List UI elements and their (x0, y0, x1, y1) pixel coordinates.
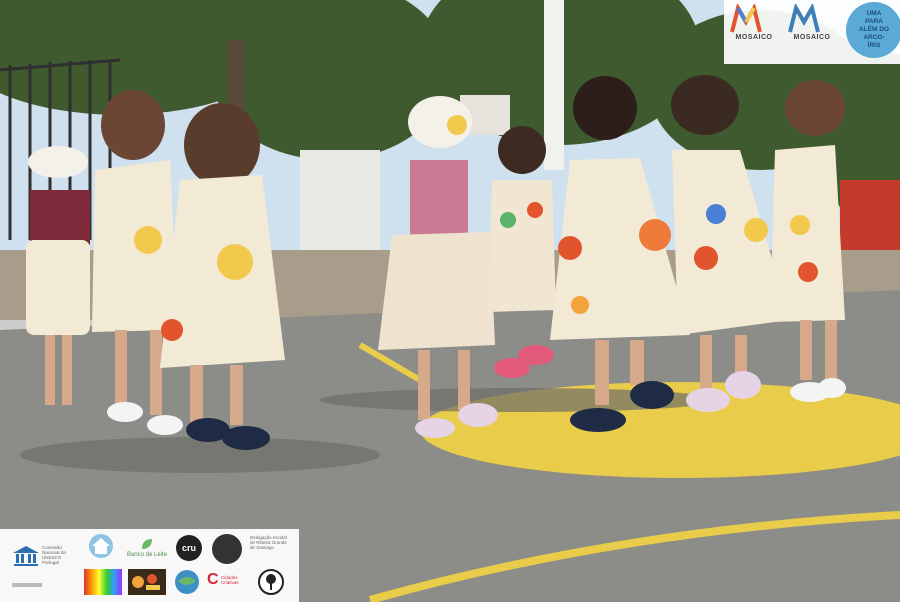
artwork-icon (132, 574, 160, 590)
white-wall (300, 150, 380, 260)
house-logo-icon (89, 534, 113, 558)
cru-logo: cru (176, 535, 202, 561)
lisboa-caption: Delegação escolar de Ribeira Grande de S… (250, 535, 288, 550)
mosaico-label-2: MOSAICO (793, 34, 831, 41)
mosaico-logo-1: MOSAICO (726, 4, 782, 60)
mosaico-label-1: MOSAICO (735, 34, 773, 41)
rainbow-logo (84, 569, 122, 595)
leaf-icon (142, 539, 152, 549)
c-caption: Cidades Criativas (221, 575, 239, 585)
branding-overlay: MOSAICO MOSAICO UMA PARA ALÉM DO ARCO- Í… (724, 0, 900, 64)
mosaico-mark-icon (788, 4, 820, 33)
mosaico-logo-2: MOSAICO (784, 4, 840, 60)
artwork-logo (128, 569, 166, 595)
unesco-logo-icon (13, 546, 39, 566)
photo-scene (0, 0, 900, 602)
c-logo: C (207, 571, 219, 588)
white-post (544, 0, 564, 170)
arco-iris-badge: UMA PARA ALÉM DO ARCO- ÍRIS (846, 2, 900, 58)
unesco-caption: Comissão Nacional da UNESCO Portugal (42, 545, 66, 565)
globe-logo-icon (175, 570, 199, 594)
partner-logos-strip: Comissão Nacional da UNESCO Portugal Ban… (0, 529, 299, 602)
dark-circle-logo (212, 534, 242, 564)
banco-label: Banco de Leite (127, 552, 168, 558)
mosaico-mark-icon (730, 4, 762, 33)
small-logo-bar (12, 583, 42, 587)
tree-emblem-icon (258, 569, 284, 595)
